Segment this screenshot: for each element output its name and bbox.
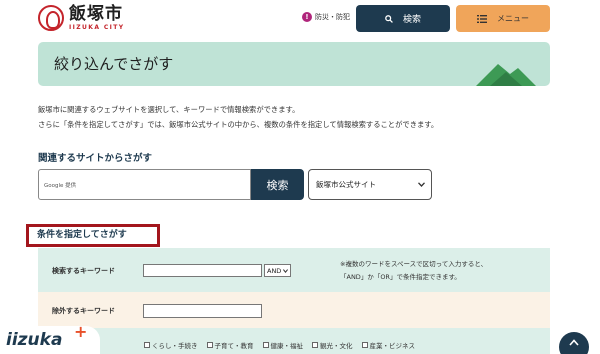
- exclude-label: 除外するキーワード: [52, 307, 115, 315]
- category-label: 子育て・教育: [214, 342, 254, 350]
- checkbox-box[interactable]: [262, 342, 269, 348]
- logo-subtitle: IIZUKA CITY: [69, 23, 125, 31]
- disaster-prevention-link[interactable]: ! 防災・防犯: [302, 12, 350, 22]
- keyword-note-line-2: 「AND」か「OR」で条件指定できます。: [340, 273, 461, 281]
- back-to-top-button[interactable]: [559, 332, 589, 354]
- checkbox-box[interactable]: [144, 342, 150, 348]
- disaster-prevention-label: 防災・防犯: [315, 13, 350, 21]
- chevron-down-icon: [418, 182, 425, 187]
- checkbox-box[interactable]: [361, 342, 368, 348]
- keyword-label: 検索するキーワード: [52, 267, 115, 275]
- google-search-placeholder: Google 提供: [44, 183, 77, 189]
- checkbox-box[interactable]: [312, 342, 318, 348]
- category-checkbox[interactable]: くらし・手続き: [144, 340, 198, 350]
- site-select[interactable]: 飯塚市公式サイト: [308, 169, 432, 200]
- category-label: 産業・ビジネス: [369, 342, 416, 350]
- keyword-note: ※複数のワードをスペースで区切って入力すると、 「AND」か「OR」で条件指定で…: [340, 258, 540, 284]
- description-line-1: 飯塚市に関連するウェブサイトを選択して、キーワードで情報検索ができます。: [38, 105, 300, 114]
- category-checkbox[interactable]: 観光・文化: [312, 340, 353, 350]
- iizuka-brand: iizuka: [6, 330, 63, 350]
- category-checkbox[interactable]: 健康・福祉: [262, 340, 304, 350]
- category-checkbox[interactable]: 子育て・教育: [206, 340, 254, 350]
- operator-select[interactable]: AND: [264, 264, 291, 277]
- alert-icon: !: [302, 12, 312, 22]
- related-sites-heading: 関連するサイトからさがす: [38, 153, 153, 164]
- plus-icon: +: [74, 322, 88, 341]
- header-menu-label: メニュー: [497, 14, 529, 23]
- page-title: 絞り込んでさがす: [54, 55, 174, 73]
- operator-value: AND: [267, 266, 282, 275]
- keyword-input[interactable]: [143, 264, 262, 277]
- logo-title: 飯塚市: [69, 3, 123, 24]
- mountain-icon: [476, 64, 536, 86]
- search-icon: [385, 14, 393, 23]
- header-search-label: 検索: [402, 15, 421, 25]
- site-header: 飯塚市 IIZUKA CITY ! 防災・防犯 検索 メニュー: [0, 0, 600, 38]
- header-search-button[interactable]: 検索: [356, 5, 450, 32]
- page-title-banner: 絞り込んでさがす: [38, 42, 550, 86]
- description-line-2: さらに「条件を指定してさがす」では、飯塚市公式サイトの中から、複数の条件を指定し…: [38, 120, 439, 129]
- conditions-heading: 条件を指定してさがす: [26, 224, 160, 247]
- header-menu-button[interactable]: メニュー: [456, 5, 550, 32]
- keyword-note-line-1: ※複数のワードをスペースで区切って入力すると、: [340, 260, 488, 268]
- category-checkbox[interactable]: 産業・ビジネス: [361, 340, 416, 350]
- chevron-down-icon: [283, 268, 289, 273]
- site-select-value: 飯塚市公式サイト: [316, 180, 376, 189]
- category-label: くらし・手続き: [152, 342, 198, 350]
- category-label: 観光・文化: [320, 342, 353, 350]
- google-search-input[interactable]: Google 提供: [38, 169, 251, 200]
- category-checkboxes: くらし・手続き 子育て・教育 健康・福祉 観光・文化 産業・ビジネス: [144, 340, 424, 350]
- page-description: 飯塚市に関連するウェブサイトを選択して、キーワードで情報検索ができます。 さらに…: [38, 102, 558, 132]
- checkbox-box[interactable]: [206, 342, 213, 348]
- site-logo[interactable]: 飯塚市 IIZUKA CITY: [38, 5, 125, 31]
- category-label: 健康・福祉: [270, 342, 304, 350]
- related-search-button[interactable]: 検索: [251, 169, 304, 200]
- iizuka-plus-banner[interactable]: iizuka +: [0, 322, 100, 354]
- exclude-input[interactable]: [143, 304, 262, 318]
- city-emblem-icon: [38, 5, 64, 31]
- hamburger-icon: [477, 14, 487, 23]
- chevron-up-icon: [569, 339, 579, 346]
